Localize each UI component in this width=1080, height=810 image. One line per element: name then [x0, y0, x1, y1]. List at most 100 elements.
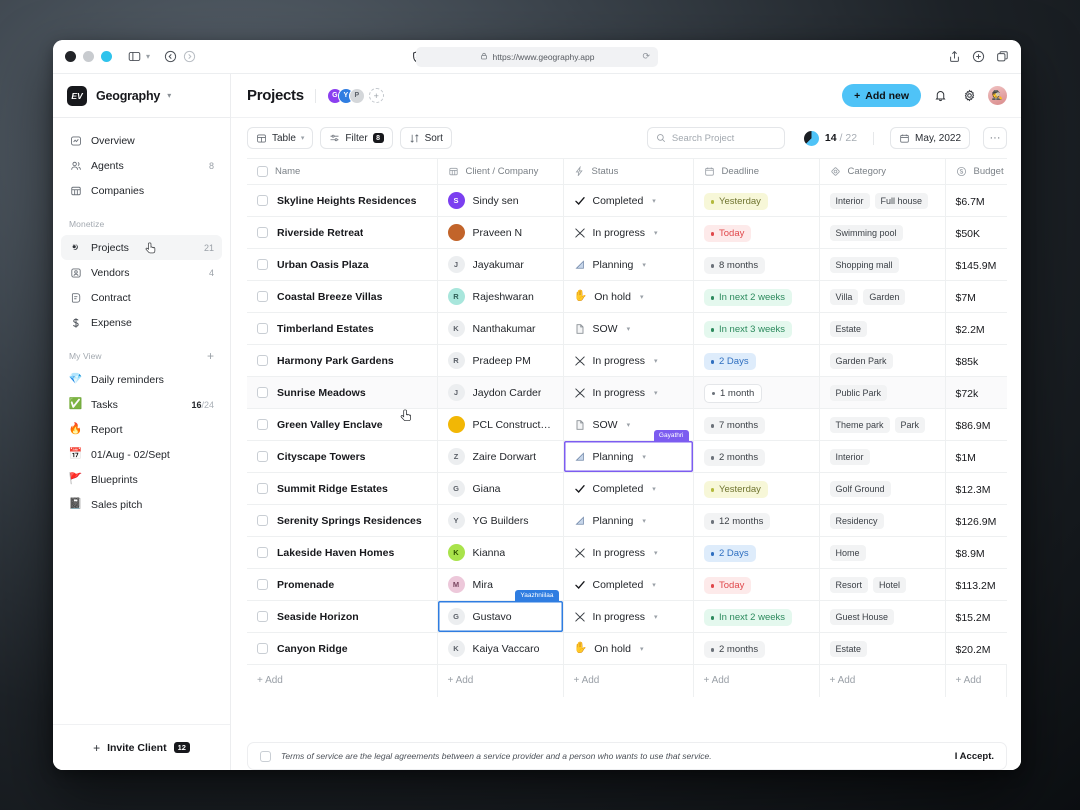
search-project-field[interactable]	[646, 127, 785, 149]
minimize-window-button[interactable]	[83, 51, 94, 62]
cell-category[interactable]: Estate	[819, 632, 946, 665]
cell-name[interactable]: Riverside Retreat	[247, 216, 438, 249]
invite-client-button[interactable]: + Invite Client 12	[53, 724, 230, 770]
column-header-category[interactable]: Category	[819, 158, 946, 185]
view-selector-button[interactable]: Table ▾	[247, 127, 314, 149]
row-checkbox[interactable]	[257, 643, 268, 654]
cell-budget[interactable]: $85k	[945, 344, 1007, 377]
sort-button[interactable]: Sort	[399, 127, 452, 149]
gear-icon[interactable]	[959, 86, 979, 106]
cell-client[interactable]: Y YG Builders	[437, 504, 564, 537]
row-checkbox[interactable]	[257, 611, 268, 622]
row-checkbox[interactable]	[257, 579, 268, 590]
sidebar-item-vendors[interactable]: Vendors 4	[61, 260, 222, 285]
cell-name[interactable]: Harmony Park Gardens	[247, 344, 438, 377]
cell-status[interactable]: In progress ▾	[563, 344, 694, 377]
table-row[interactable]: Harmony Park Gardens R Pradeep PM In pro…	[247, 344, 1007, 377]
table-add-row[interactable]: + Add + Add + Add + Add + Add + Add	[247, 664, 1007, 697]
chevron-down-icon[interactable]: ▾	[627, 421, 631, 429]
back-icon[interactable]	[164, 50, 177, 63]
column-header-status[interactable]: Status	[563, 158, 694, 185]
cell-client[interactable]: Z Zaire Dorwart	[437, 440, 564, 473]
cell-name[interactable]: Promenade	[247, 568, 438, 601]
row-checkbox[interactable]	[257, 483, 268, 494]
reload-icon[interactable]: ⟳	[642, 51, 650, 62]
table-row[interactable]: Coastal Breeze Villas R Rajeshwaran ✋ On…	[247, 280, 1007, 313]
cell-name[interactable]: Green Valley Enclave	[247, 408, 438, 441]
cell-add[interactable]: + Add	[563, 664, 694, 697]
category-tag[interactable]: Resort	[829, 576, 869, 593]
table-row[interactable]: Riverside Retreat Praveen N In progress …	[247, 216, 1007, 249]
add-row-button[interactable]: + Add	[704, 675, 809, 686]
table-row[interactable]: Skyline Heights Residences S Sindy sen C…	[247, 184, 1007, 217]
chevron-down-icon[interactable]: ▾	[642, 453, 646, 461]
cell-status[interactable]: Planning ▾	[563, 504, 694, 537]
cell-deadline[interactable]: 1 month	[693, 376, 820, 409]
column-header-client[interactable]: Client / Company	[437, 158, 564, 185]
chevron-down-icon[interactable]: ▾	[640, 293, 644, 301]
cell-category[interactable]: Golf Ground	[819, 472, 946, 505]
cell-client[interactable]: R Pradeep PM	[437, 344, 564, 377]
category-tag[interactable]: Shopping mall	[829, 256, 899, 273]
cell-category[interactable]: Guest House	[819, 600, 946, 633]
avatar[interactable]: P	[348, 87, 365, 104]
forward-icon[interactable]	[183, 50, 196, 63]
table-row[interactable]: Timberland Estates K Nanthakumar SOW ▾ I…	[247, 312, 1007, 345]
table-row[interactable]: Green Valley Enclave PCL Construction SO…	[247, 408, 1007, 441]
category-tag[interactable]: Park	[894, 416, 926, 433]
sidebar-toggle-icon[interactable]	[128, 50, 141, 63]
cell-add[interactable]: + Add	[247, 664, 438, 697]
column-header-budget[interactable]: Budget	[945, 158, 1007, 185]
cell-add[interactable]: + Add	[945, 664, 1007, 697]
address-bar[interactable]: https://www.geography.app ⟳	[416, 46, 658, 67]
cell-name[interactable]: Summit Ridge Estates	[247, 472, 438, 505]
cell-name[interactable]: Lakeside Haven Homes	[247, 536, 438, 569]
cell-deadline[interactable]: In next 2 weeks	[693, 600, 820, 633]
cell-budget[interactable]: $72k	[945, 376, 1007, 409]
chevron-down-icon[interactable]: ▾	[652, 581, 656, 589]
cell-status[interactable]: In progress ▾	[563, 216, 694, 249]
row-checkbox[interactable]	[257, 291, 268, 302]
row-checkbox[interactable]	[257, 515, 268, 526]
add-row-button[interactable]: + Add	[257, 675, 427, 686]
chevron-down-icon[interactable]: ▾	[652, 485, 656, 493]
accept-terms-button[interactable]: I Accept.	[955, 751, 994, 762]
add-new-button[interactable]: + Add new	[842, 84, 921, 107]
category-tag[interactable]: Guest House	[829, 608, 895, 625]
category-tag[interactable]: Villa	[829, 288, 859, 305]
cell-category[interactable]: Garden Park	[819, 344, 946, 377]
category-tag[interactable]: Interior	[829, 192, 870, 209]
cell-category[interactable]: Swimming pool	[819, 216, 946, 249]
add-row-button[interactable]: + Add	[956, 675, 997, 686]
category-tag[interactable]: Estate	[829, 640, 868, 657]
table-row[interactable]: Sunrise Meadows J Jaydon Carder In progr…	[247, 376, 1007, 409]
cell-status[interactable]: In progress ▾	[563, 376, 694, 409]
maximize-window-button[interactable]	[101, 51, 112, 62]
tabs-overview-icon[interactable]	[996, 50, 1009, 63]
row-checkbox[interactable]	[257, 419, 268, 430]
row-checkbox[interactable]	[257, 451, 268, 462]
bell-icon[interactable]	[930, 86, 950, 106]
chevron-down-icon[interactable]: ▾	[642, 517, 646, 525]
table-row[interactable]: Promenade M Mira Completed ▾ Today Resor…	[247, 568, 1007, 601]
cell-budget[interactable]: $2.2M	[945, 312, 1007, 345]
cell-category[interactable]: Public Park	[819, 376, 946, 409]
cell-client[interactable]: S Sindy sen	[437, 184, 564, 217]
cell-category[interactable]: Interior Full house	[819, 184, 946, 217]
row-checkbox[interactable]	[257, 323, 268, 334]
table-row[interactable]: Summit Ridge Estates G Giana Completed ▾…	[247, 472, 1007, 505]
cell-category[interactable]: Resort Hotel	[819, 568, 946, 601]
cell-status[interactable]: In progress ▾	[563, 536, 694, 569]
cell-deadline[interactable]: In next 3 weeks	[693, 312, 820, 345]
category-tag[interactable]: Swimming pool	[829, 224, 903, 241]
cell-name[interactable]: Canyon Ridge	[247, 632, 438, 665]
cell-status[interactable]: Gayathri Planning ▾	[563, 430, 694, 473]
cell-deadline[interactable]: 2 months	[693, 440, 820, 473]
add-collaborator-button[interactable]: +	[368, 88, 384, 103]
cell-deadline[interactable]: 2 months	[693, 632, 820, 665]
cell-client[interactable]: G Giana	[437, 472, 564, 505]
row-checkbox[interactable]	[257, 259, 268, 270]
search-input[interactable]	[671, 132, 776, 144]
chevron-down-icon[interactable]: ▾	[654, 613, 658, 621]
cell-budget[interactable]: $86.9M	[945, 408, 1007, 441]
